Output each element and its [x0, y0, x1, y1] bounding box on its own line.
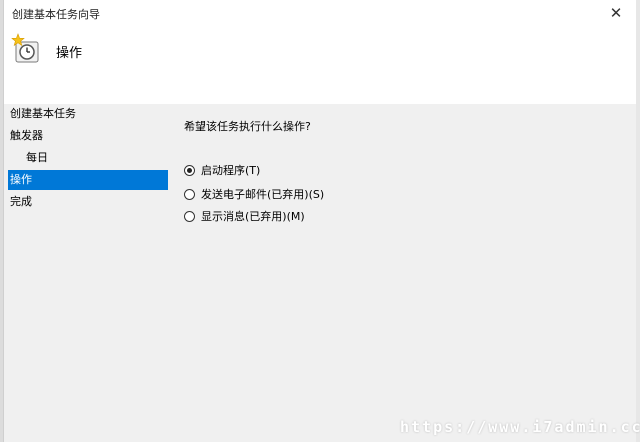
action-question: 希望该任务执行什么操作? [184, 120, 311, 133]
radio-start-program[interactable] [184, 164, 195, 176]
action-panel: 希望该任务执行什么操作? 启动程序(T) 发送电子邮件(已弃用)(S) 显示消息… [184, 104, 624, 442]
task-clock-icon [11, 33, 39, 63]
nav-item-daily[interactable]: 每日 [24, 148, 168, 168]
site-watermark: https://www.i7admin.cc [400, 418, 640, 436]
option-display-message[interactable]: 显示消息(已弃用)(M) [184, 208, 305, 224]
option-send-email[interactable]: 发送电子邮件(已弃用)(S) [184, 186, 324, 202]
nav-item-action[interactable]: 操作 [8, 170, 168, 190]
option-label: 显示消息(已弃用)(M) [201, 210, 305, 223]
radio-send-email[interactable] [184, 188, 195, 200]
window-title: 创建基本任务向导 [12, 8, 100, 21]
option-label: 启动程序(T) [201, 164, 261, 177]
nav-item-label: 触发器 [10, 129, 43, 142]
nav-item-label: 完成 [10, 195, 32, 208]
nav-item-trigger[interactable]: 触发器 [8, 126, 168, 146]
wizard-header: 操作 [4, 26, 636, 104]
nav-item-label: 操作 [10, 173, 32, 186]
nav-item-create-basic-task[interactable]: 创建基本任务 [8, 104, 168, 124]
wizard-step-nav: 创建基本任务 触发器 每日 操作 完成 [4, 104, 172, 442]
option-start-program[interactable]: 启动程序(T) [184, 162, 260, 178]
close-button[interactable]: ✕ [596, 0, 636, 26]
option-label: 发送电子邮件(已弃用)(S) [201, 188, 325, 201]
title-bar: 创建基本任务向导 ✕ [4, 0, 636, 26]
nav-item-label: 每日 [26, 151, 48, 164]
nav-item-label: 创建基本任务 [10, 107, 76, 120]
nav-item-finish[interactable]: 完成 [8, 192, 168, 212]
wizard-window: 创建基本任务向导 ✕ 操作 创建基本任务 触发器 每日 操作 完成 希望该任务执… [3, 0, 636, 442]
page-title: 操作 [56, 46, 83, 61]
radio-display-message[interactable] [184, 210, 195, 222]
close-icon: ✕ [609, 4, 623, 22]
